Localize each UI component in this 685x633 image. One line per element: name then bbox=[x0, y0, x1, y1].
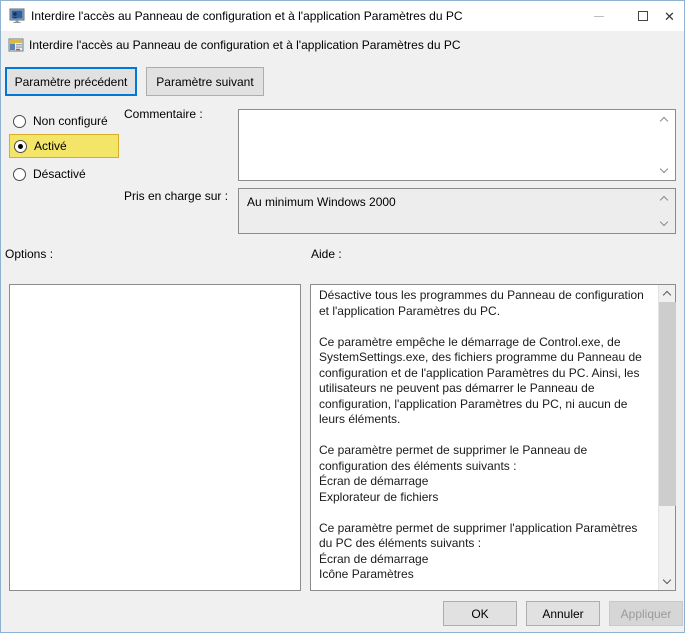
scroll-up-icon[interactable] bbox=[660, 117, 668, 125]
close-button[interactable]: ✕ bbox=[653, 1, 685, 31]
help-text: Désactive tous les programmes du Panneau… bbox=[311, 285, 658, 590]
scroll-down-icon bbox=[660, 218, 668, 226]
radio-circle-icon bbox=[13, 168, 26, 181]
radio-label: Désactivé bbox=[33, 167, 86, 181]
app-monitor-icon bbox=[9, 8, 25, 24]
chevron-up-icon bbox=[663, 291, 671, 299]
scroll-up-icon bbox=[660, 196, 668, 204]
minimize-button bbox=[579, 1, 619, 31]
previous-setting-button[interactable]: Paramètre précédent bbox=[5, 67, 137, 96]
apply-button: Appliquer bbox=[609, 601, 683, 626]
scrollbar-up-button[interactable] bbox=[659, 285, 676, 302]
radio-not-configured[interactable]: Non configuré bbox=[9, 109, 114, 133]
policy-setting-icon bbox=[8, 37, 24, 53]
radio-circle-icon bbox=[13, 115, 26, 128]
ok-button[interactable]: OK bbox=[443, 601, 517, 626]
close-icon: ✕ bbox=[664, 10, 675, 23]
cancel-button[interactable]: Annuler bbox=[526, 601, 600, 626]
options-label: Options : bbox=[5, 247, 53, 261]
comment-label: Commentaire : bbox=[124, 107, 203, 121]
next-setting-button[interactable]: Paramètre suivant bbox=[146, 67, 264, 96]
help-panel: Désactive tous les programmes du Panneau… bbox=[310, 284, 676, 591]
supported-on-value: Au minimum Windows 2000 bbox=[247, 195, 396, 209]
supported-on-box: Au minimum Windows 2000 bbox=[238, 188, 676, 234]
maximize-icon bbox=[638, 11, 648, 21]
options-panel bbox=[9, 284, 301, 591]
radio-label: Non configuré bbox=[33, 114, 108, 128]
scrollbar-down-button[interactable] bbox=[659, 573, 676, 590]
scrollbar-thumb[interactable] bbox=[659, 302, 676, 506]
supported-on-label: Pris en charge sur : bbox=[124, 189, 228, 203]
scroll-down-icon[interactable] bbox=[660, 165, 668, 173]
radio-label: Activé bbox=[34, 139, 67, 153]
setting-title: Interdire l'accès au Panneau de configur… bbox=[29, 31, 461, 59]
help-scrollbar[interactable] bbox=[658, 285, 675, 590]
comment-textarea[interactable] bbox=[238, 109, 676, 181]
minimize-icon bbox=[594, 16, 604, 17]
titlebar: Interdire l'accès au Panneau de configur… bbox=[1, 1, 684, 31]
radio-circle-selected-icon bbox=[14, 140, 27, 153]
radio-enabled[interactable]: Activé bbox=[9, 134, 119, 158]
group-policy-setting-dialog: Interdire l'accès au Panneau de configur… bbox=[0, 0, 685, 633]
radio-disabled[interactable]: Désactivé bbox=[9, 162, 92, 186]
help-label: Aide : bbox=[311, 247, 342, 261]
window-title: Interdire l'accès au Panneau de configur… bbox=[31, 1, 463, 31]
chevron-down-icon bbox=[663, 576, 671, 584]
